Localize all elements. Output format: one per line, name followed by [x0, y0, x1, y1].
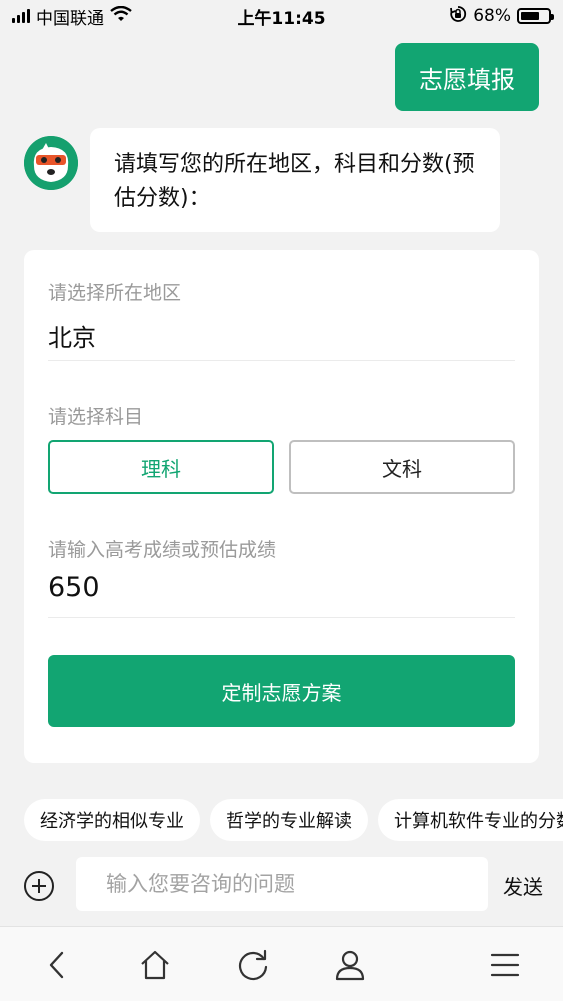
subject-arts-button[interactable]: 文科: [289, 440, 515, 494]
score-label: 请输入高考成绩或预估成绩: [48, 539, 277, 561]
back-icon[interactable]: [38, 945, 78, 985]
divider: [48, 360, 515, 361]
volunteer-form-card: 请选择所在地区 北京 请选择科目 理科 文科 请输入高考成绩或预估成绩 650 …: [24, 250, 539, 763]
battery-percent: 68%: [473, 6, 511, 26]
refresh-icon[interactable]: [233, 945, 273, 985]
divider: [48, 617, 515, 618]
wifi-icon: [110, 5, 132, 27]
menu-icon[interactable]: [485, 945, 525, 985]
battery-level: [521, 12, 539, 20]
add-icon[interactable]: [24, 871, 54, 901]
status-bar: 中国联通 上午11:45 68%: [0, 0, 563, 32]
suggestion-chip[interactable]: 哲学的专业解读: [210, 799, 368, 841]
send-button[interactable]: 发送: [503, 871, 543, 900]
bot-message-bubble: 请填写您的所在地区，科目和分数(预估分数)：: [90, 128, 500, 232]
status-right: 68%: [449, 5, 554, 28]
suggestion-chip[interactable]: 计算机软件专业的分数: [378, 799, 563, 841]
region-select[interactable]: 北京: [48, 318, 96, 353]
rotation-lock-icon: [449, 5, 467, 28]
browser-toolbar: [0, 926, 563, 1001]
score-input[interactable]: 650: [48, 572, 100, 603]
home-icon[interactable]: [135, 945, 175, 985]
user-icon[interactable]: [330, 945, 370, 985]
bot-mascot-icon: [24, 136, 78, 190]
subject-label: 请选择科目: [48, 406, 144, 428]
user-message-bubble: 志愿填报: [395, 43, 539, 111]
question-input[interactable]: [76, 857, 488, 911]
bot-avatar: [24, 136, 78, 190]
battery-icon: [517, 8, 554, 24]
status-left: 中国联通: [12, 4, 132, 29]
region-label: 请选择所在地区: [48, 282, 182, 304]
customize-plan-button[interactable]: 定制志愿方案: [48, 655, 515, 727]
chat-input-row: 发送: [0, 857, 563, 913]
suggestion-chip[interactable]: 经济学的相似专业: [24, 799, 200, 841]
signal-icon: [12, 9, 30, 23]
carrier-name: 中国联通: [36, 8, 104, 29]
suggestion-chips: 经济学的相似专业 哲学的专业解读 计算机软件专业的分数: [0, 785, 563, 857]
subject-science-button[interactable]: 理科: [48, 440, 274, 494]
